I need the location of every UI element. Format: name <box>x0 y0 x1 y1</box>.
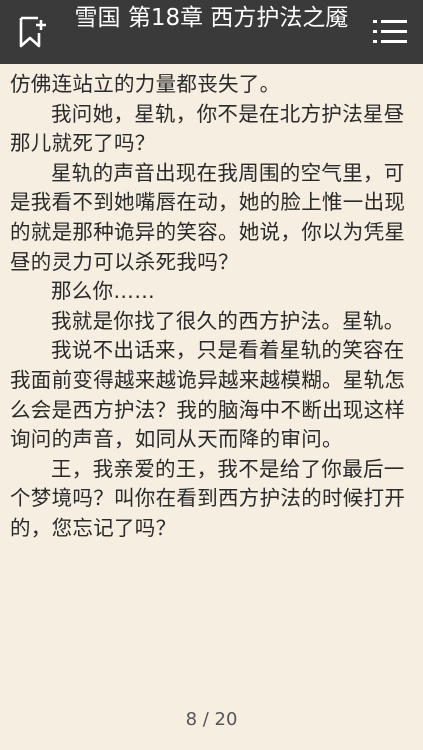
paragraph: 我问她，星轨，你不是在北方护法星昼那儿就死了吗？ <box>10 101 405 156</box>
paragraph: 那么你…… <box>51 279 155 304</box>
list-menu-icon <box>373 20 407 43</box>
paragraph: 王，我亲爱的王，我不是给了你最后一个梦境吗？叫你在看到西方护法的时候打开的，您忘… <box>10 456 406 540</box>
reader-content[interactable]: 仿佛连站立的力量都丧失了。 我问她，星轨，你不是在北方护法星昼那儿就死了吗？ 星… <box>10 70 417 544</box>
chapter-title: 雪国 第18章 西方护法之魇 <box>74 5 349 31</box>
paragraph: 我说不出话来，只是看着星轨的笑容在我面前变得越来越诡异越来越模糊。星轨怎么会是西… <box>10 338 406 452</box>
paragraph: 我就是你找了很久的西方护法。星轨。 <box>51 308 405 333</box>
chapter-menu-button[interactable] <box>371 14 409 50</box>
paragraph: 星轨的声音出现在我周围的空气里，可是我看不到她嘴唇在动，她的脸上惟一出现的就是那… <box>10 160 406 274</box>
paragraph: 仿佛连站立的力量都丧失了。 <box>10 72 281 96</box>
bookmark-add-icon <box>19 16 46 48</box>
page-indicator: 8 / 20 <box>185 709 238 730</box>
bookmark-button[interactable] <box>15 14 51 50</box>
top-bar: 雪国 第18章 西方护法之魇 <box>0 0 423 64</box>
